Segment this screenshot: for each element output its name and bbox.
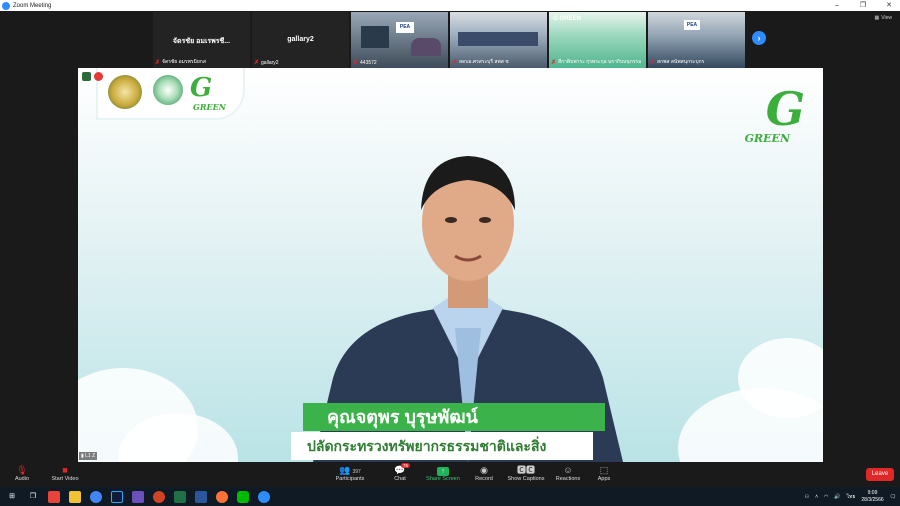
meeting-toolbar: 🎙 Audio ■ Start Video 👥 397 Participants … (0, 462, 900, 487)
g-green-logo-text: GREEN (193, 102, 226, 112)
participant-video-tile[interactable]: G·GREEN ✗ สีกาดิบพาระ กุรพระกุอ นรากิบบนุ… (549, 12, 646, 68)
gallery-strip: จัดรชัย อมเรพรชี... ✗ จัดรชัย อมรพรมิยกส … (0, 11, 900, 68)
participants-button[interactable]: 👥 397 Participants (330, 464, 370, 482)
notification-icon[interactable]: 🗨 (890, 494, 896, 500)
participant-label: สีกาดิบพาระ กุรพระกุอ นรากิบบนุกรรม (558, 59, 642, 65)
participant-name: จัดรชัย อมเรพรชี... (172, 38, 231, 45)
g-green-logo-large: G (765, 82, 805, 136)
close-button[interactable]: ✕ (884, 0, 894, 11)
shield-icon[interactable] (82, 72, 91, 81)
captions-icon: 🅲🅲 (516, 465, 535, 475)
show-captions-button[interactable]: 🅲🅲 Show Captions (505, 464, 547, 482)
zoom-logo-icon (2, 1, 10, 10)
apps-icon: ⬚ (599, 465, 609, 475)
window-title: Zoom Meeting (13, 2, 52, 9)
participant-tile[interactable]: gallary2 ✗ gallary2 (252, 12, 349, 68)
reactions-icon: ☺ (563, 465, 573, 475)
signal-indicator: ▮ L1 Z (79, 452, 98, 460)
chat-button[interactable]: 💬 76 Chat (390, 463, 411, 482)
share-screen-icon: ↑ (437, 467, 449, 476)
g-green-logo: G (190, 73, 213, 103)
photoshop-icon[interactable] (111, 490, 123, 503)
microphone-muted-icon: 🎙 (16, 465, 28, 475)
zoom-taskbar-icon[interactable] (258, 490, 270, 503)
app-icon-red[interactable] (48, 490, 60, 503)
ministry-seal-logo (108, 75, 142, 109)
volume-icon[interactable]: 🔊 (834, 494, 840, 500)
mic-muted-icon: ✗ (254, 60, 260, 66)
chrome-icon[interactable] (90, 490, 102, 503)
pea-sign: PEA (684, 20, 700, 30)
word-icon[interactable] (195, 490, 207, 503)
mic-muted-icon: ✗ (353, 60, 359, 66)
zoom-app: Zoom Meeting – ❐ ✕ จัดรชัย อมเรพรชี... ✗… (0, 0, 900, 506)
participant-name: gallary2 (287, 36, 314, 43)
record-button[interactable]: ◉ Record (472, 464, 496, 482)
start-menu-icon[interactable]: ⊞ (6, 491, 18, 503)
audio-button[interactable]: 🎙 Audio (12, 464, 32, 482)
file-explorer-icon[interactable] (69, 490, 81, 503)
apps-button[interactable]: ⬚ Apps (594, 464, 614, 482)
meeting-room-screen (361, 26, 389, 48)
active-speaker-video: G GREEN G GREEN คุณจตุพร บุรุษพัฒน์ ปลัด… (78, 68, 823, 462)
participant-video-tile[interactable]: ✗ สดบอ.ศรสระบุรี สพส ช (450, 12, 547, 68)
leave-button[interactable]: Leave (866, 468, 894, 481)
participant-label: จัดรชัย อมรพรมิยกส (162, 59, 206, 65)
clock[interactable]: 9:09 28/3/2566 (861, 490, 883, 504)
speaker-name-bar: คุณจตุพร บุรุษพัฒน์ (303, 403, 605, 431)
record-icon: ◉ (480, 465, 488, 475)
pea-sign: PEA (396, 22, 414, 33)
mic-muted-icon: ✗ (452, 59, 458, 66)
recording-dot-icon (94, 72, 103, 81)
share-screen-button[interactable]: ↑ Share Screen (424, 464, 462, 482)
mic-muted-icon: ✗ (650, 59, 656, 66)
next-page-arrow-icon[interactable]: › (752, 31, 766, 45)
restore-button[interactable]: ❐ (858, 0, 868, 11)
green-office-logo (153, 75, 183, 105)
line-icon[interactable] (237, 490, 249, 503)
chevron-up-icon[interactable]: ˄ (815, 494, 818, 500)
wifi-icon[interactable]: ◠ (824, 494, 828, 500)
participant-tile[interactable]: จัดรชัย อมเรพรชี... ✗ จัดรชัย อมรพรมิยกส (153, 12, 250, 68)
g-green-logo-large-text: GREEN (744, 132, 790, 145)
start-video-button[interactable]: ■ Start Video (48, 464, 82, 482)
participants-icon: 👥 397 (339, 465, 361, 475)
signal-icon: ▮ (81, 453, 84, 459)
mic-muted-icon: ✗ (551, 59, 557, 66)
participant-video-tile[interactable]: PEA ✗ 443572 (351, 12, 448, 68)
title-bar: Zoom Meeting – ❐ ✕ (0, 0, 900, 11)
view-button[interactable]: ▦ View (875, 15, 892, 21)
excel-icon[interactable] (174, 490, 186, 503)
mic-muted-icon: ✗ (155, 59, 161, 66)
task-view-icon[interactable]: ❐ (27, 491, 39, 503)
language-indicator[interactable]: ไทย (847, 493, 856, 501)
system-tray: ⚇ ˄ ◠ 🔊 ไทย 9:09 28/3/2566 🗨 (805, 487, 896, 506)
reactions-button[interactable]: ☺ Reactions (554, 464, 582, 482)
person-silhouette (411, 38, 441, 56)
video-off-icon: ■ (62, 465, 68, 475)
meeting-table (458, 32, 538, 46)
speaker-title-bar: ปลัดกระทรวงทรัพยากรธรรมชาติและสิ่งแวดล้อ… (291, 432, 593, 460)
organization-logos: G GREEN (98, 68, 243, 118)
powerpoint-icon[interactable] (153, 490, 165, 503)
g-green-brand: G·GREEN (553, 16, 582, 22)
chat-badge: 76 (401, 463, 411, 468)
participant-label: 443572 (360, 59, 377, 66)
app-icon-purple[interactable] (132, 490, 144, 503)
participant-label: สดบอ.ศรสระบุรี สพส ช (459, 59, 509, 65)
participant-video-tile[interactable]: PEA ✗ สกพส สนัพสนุกระบุกร (648, 12, 745, 68)
participant-label: สกพส สนัพสนุกระบุกร (657, 59, 705, 65)
people-icon[interactable]: ⚇ (805, 494, 809, 500)
windows-taskbar: ⊞ ❐ ⚇ ˄ ◠ 🔊 ไทย 9:09 28/3/2566 🗨 (0, 487, 900, 506)
firefox-icon[interactable] (216, 490, 228, 503)
participant-label: gallary2 (261, 59, 279, 66)
minimize-button[interactable]: – (832, 0, 842, 11)
grid-icon: ▦ (874, 15, 880, 21)
